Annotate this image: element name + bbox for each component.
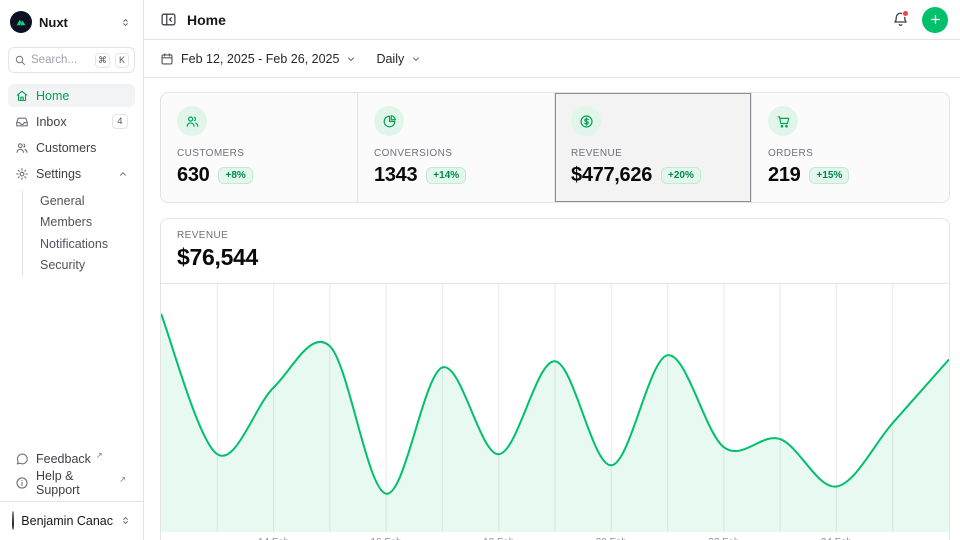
chat-bubble-icon [15, 452, 29, 466]
settings-sub-menu: General Members Notifications Security [22, 190, 135, 276]
inbox-icon [15, 115, 29, 129]
stat-card-conversions[interactable]: CONVERSIONS 1343 +14% [358, 93, 555, 202]
kbd-k: K [115, 53, 129, 68]
sidebar-item-label: Inbox [36, 115, 67, 129]
stat-delta-badge: +15% [809, 167, 849, 184]
chevron-up-down-icon [120, 515, 131, 526]
external-link-icon: ↗ [119, 475, 126, 484]
search-icon [14, 54, 26, 66]
sub-item-label: Security [40, 258, 85, 272]
content-area: CUSTOMERS 630 +8% CONVERSIONS 1343 +14% [144, 78, 960, 540]
sidebar-item-members[interactable]: Members [23, 212, 135, 234]
page-title: Home [187, 12, 226, 28]
main-area: Home Feb 12, 2025 - Feb 26, 2025 [144, 0, 960, 540]
stat-value: 219 [768, 164, 800, 187]
sidebar-item-general[interactable]: General [23, 190, 135, 212]
cart-icon [768, 106, 798, 136]
sub-item-label: Notifications [40, 237, 108, 251]
sidebar-item-settings[interactable]: Settings [8, 162, 135, 185]
footer-link-label: Feedback [36, 452, 91, 466]
nuxt-logo [10, 11, 32, 33]
sidebar-item-label: Settings [36, 167, 81, 181]
help-support-link[interactable]: Help & Support ↗ [8, 472, 135, 494]
chart-plot-area [161, 284, 949, 532]
stat-label: ORDERS [768, 148, 933, 159]
users-icon [15, 141, 29, 155]
pie-chart-icon [374, 106, 404, 136]
chevron-up-icon [118, 169, 128, 179]
info-circle-icon [15, 476, 29, 490]
inbox-count-badge: 4 [112, 114, 128, 129]
plus-icon [929, 13, 942, 26]
stats-row: CUSTOMERS 630 +8% CONVERSIONS 1343 +14% [160, 92, 950, 203]
stat-delta-badge: +8% [218, 167, 252, 184]
sidebar-item-label: Customers [36, 141, 96, 155]
sidebar-footer-links: Feedback ↗ Help & Support ↗ [8, 448, 135, 501]
revenue-chart [161, 284, 949, 532]
chevron-down-icon [346, 54, 356, 64]
sidebar: Nuxt Search... ⌘ K Home [0, 0, 144, 540]
sub-item-label: General [40, 194, 84, 208]
sidebar-item-security[interactable]: Security [23, 255, 135, 277]
stat-label: REVENUE [571, 148, 735, 159]
stat-label: CUSTOMERS [177, 148, 341, 159]
sidebar-item-home[interactable]: Home [8, 84, 135, 107]
sidebar-collapse-icon[interactable] [160, 11, 177, 28]
notifications-button[interactable] [892, 11, 909, 28]
x-axis-labels: 14 Feb16 Feb18 Feb20 Feb22 Feb24 Feb [161, 532, 949, 540]
home-icon [15, 89, 29, 103]
granularity-select[interactable]: Daily [376, 52, 421, 66]
chart-header: REVENUE $76,544 [161, 219, 949, 284]
search-input[interactable]: Search... ⌘ K [8, 47, 135, 73]
chart-metric-label: REVENUE [177, 230, 933, 241]
page-header: Home [144, 0, 960, 40]
users-icon [177, 106, 207, 136]
sidebar-spacer [8, 277, 135, 448]
sidebar-item-customers[interactable]: Customers [8, 136, 135, 159]
stat-delta-badge: +20% [661, 167, 701, 184]
stat-value: 630 [177, 164, 209, 187]
feedback-link[interactable]: Feedback ↗ [8, 448, 135, 470]
add-button[interactable] [922, 7, 948, 33]
granularity-value: Daily [376, 52, 404, 66]
chevron-up-down-icon [120, 17, 131, 28]
footer-link-label: Help & Support [36, 469, 114, 497]
user-name: Benjamin Canac [21, 514, 113, 528]
sidebar-nav: Home Inbox 4 Customers [8, 84, 135, 277]
stat-card-orders[interactable]: ORDERS 219 +15% [752, 93, 949, 202]
filter-toolbar: Feb 12, 2025 - Feb 26, 2025 Daily [144, 40, 960, 78]
stat-value: 1343 [374, 164, 417, 187]
stat-card-revenue[interactable]: REVENUE $477,626 +20% [555, 93, 752, 202]
stat-card-customers[interactable]: CUSTOMERS 630 +8% [161, 93, 358, 202]
sidebar-item-notifications[interactable]: Notifications [23, 233, 135, 255]
workspace-name: Nuxt [39, 15, 113, 30]
chevron-down-icon [411, 54, 421, 64]
search-placeholder: Search... [31, 54, 90, 66]
header-actions [892, 7, 948, 33]
sidebar-user-section: Benjamin Canac [0, 501, 143, 540]
workspace-selector[interactable]: Nuxt [8, 8, 135, 41]
avatar [12, 511, 14, 530]
sidebar-item-inbox[interactable]: Inbox 4 [8, 110, 135, 133]
gear-icon [15, 167, 29, 181]
external-link-icon: ↗ [96, 451, 103, 460]
dollar-circle-icon [571, 106, 601, 136]
stat-label: CONVERSIONS [374, 148, 538, 159]
date-range-picker[interactable]: Feb 12, 2025 - Feb 26, 2025 [160, 52, 356, 66]
user-menu[interactable]: Benjamin Canac [8, 509, 135, 532]
sidebar-item-label: Home [36, 89, 69, 103]
chart-metric-value: $76,544 [177, 244, 933, 271]
stat-delta-badge: +14% [426, 167, 466, 184]
calendar-icon [160, 52, 174, 66]
stat-value: $477,626 [571, 164, 652, 187]
sub-item-label: Members [40, 215, 92, 229]
notification-dot [902, 10, 909, 17]
kbd-cmd: ⌘ [95, 53, 110, 68]
revenue-chart-card: REVENUE $76,544 14 Feb16 Feb18 Feb20 Feb… [160, 218, 950, 540]
date-range-value: Feb 12, 2025 - Feb 26, 2025 [181, 52, 339, 66]
